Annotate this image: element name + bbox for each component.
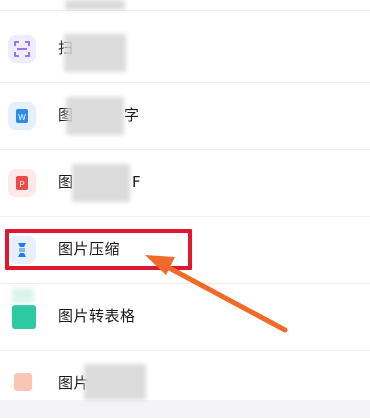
- menu-sheet: 扫 W 图 字 P 图 F 图片压缩: [0, 0, 370, 418]
- annotation-arrow: [145, 255, 288, 333]
